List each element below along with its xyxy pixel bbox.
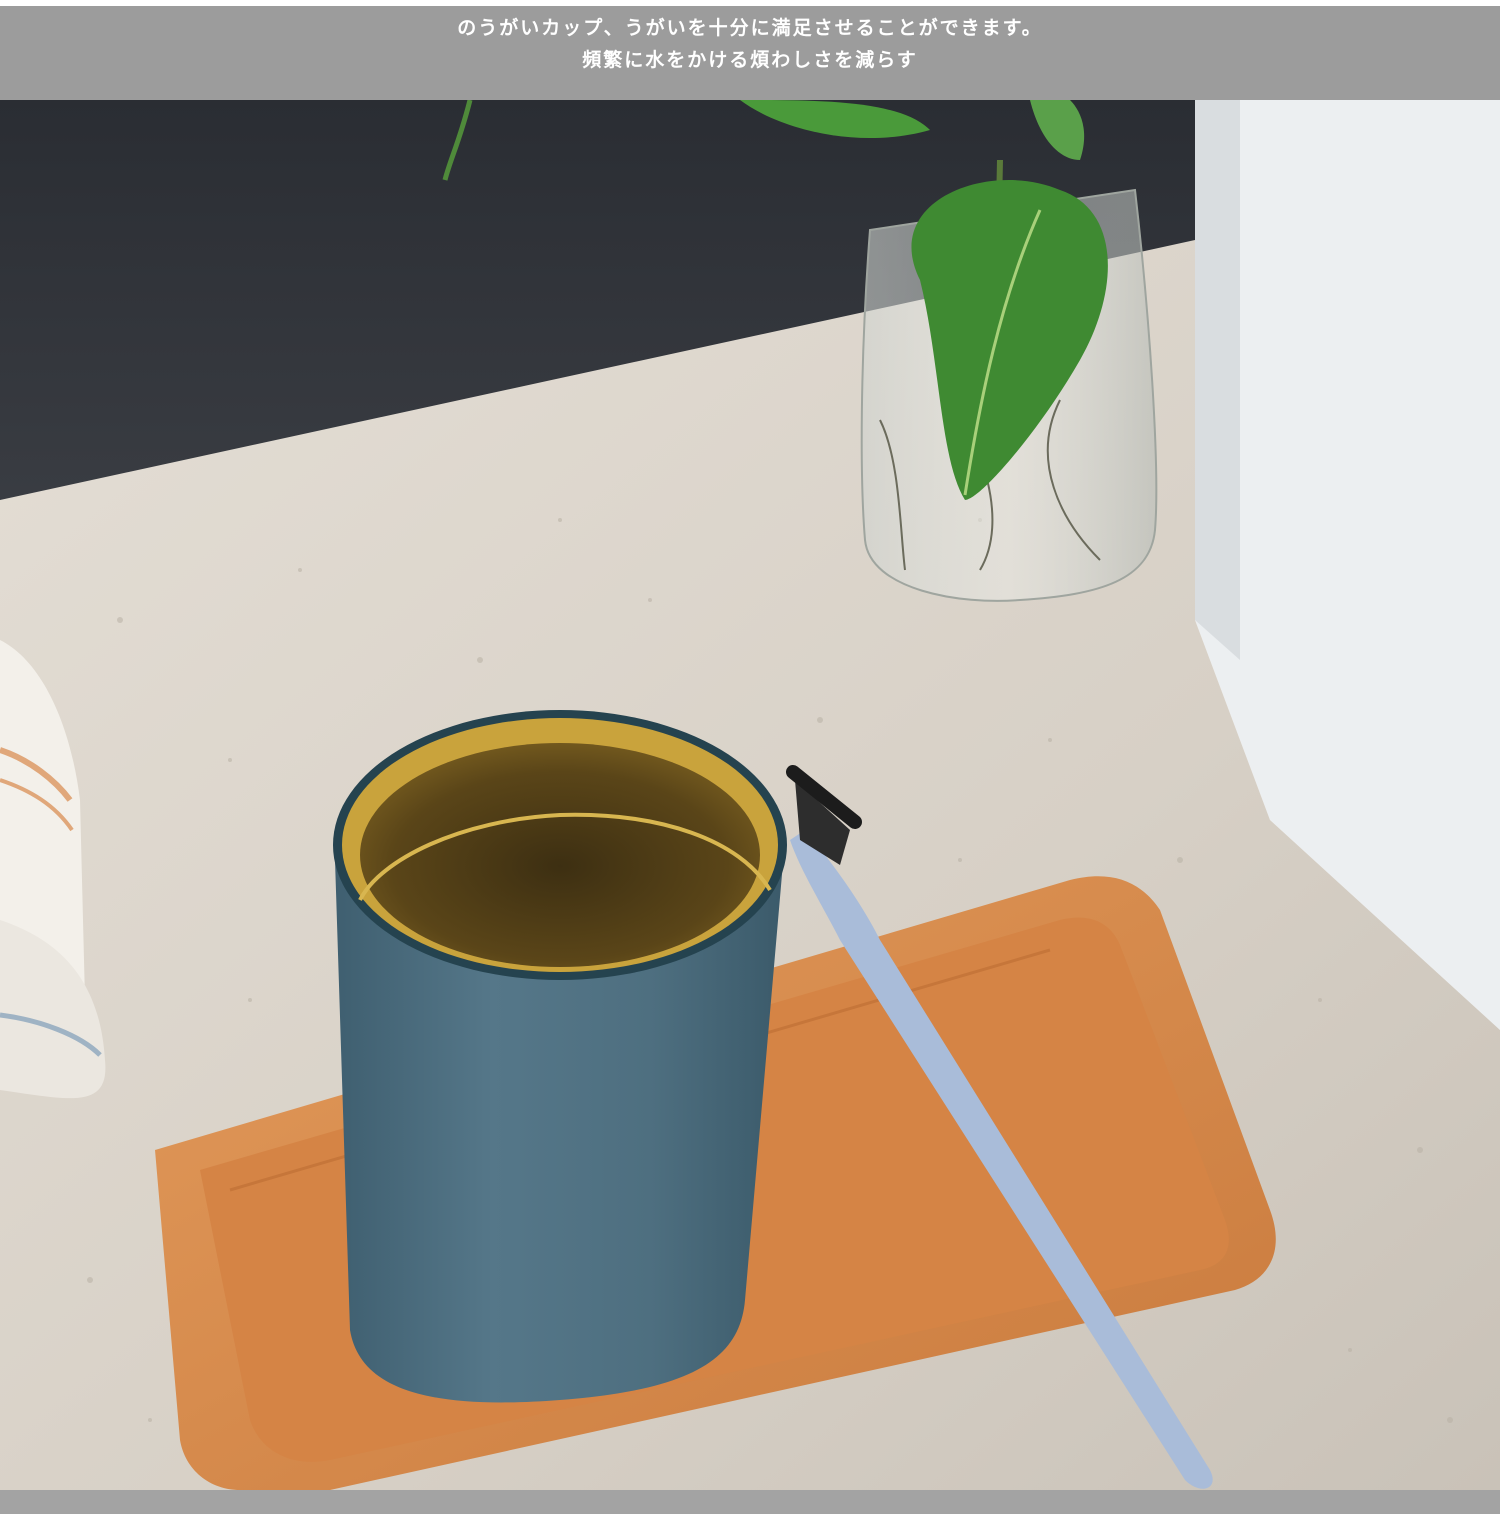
photo-illustration: [0, 100, 1500, 1490]
product-page: のうがいカップ、うがいを十分に満足させることができます。 頻繁に水をかける煩わし…: [0, 0, 1500, 1514]
caption-band: のうがいカップ、うがいを十分に満足させることができます。 頻繁に水をかける煩わし…: [0, 6, 1500, 100]
cup-icon: [333, 710, 787, 1403]
product-photo: [0, 100, 1500, 1490]
caption-line-1: のうがいカップ、うがいを十分に満足させることができます。: [457, 17, 1043, 39]
bottom-band: [0, 1490, 1500, 1514]
caption-line-2: 頻繁に水をかける煩わしさを減らす: [582, 49, 918, 71]
